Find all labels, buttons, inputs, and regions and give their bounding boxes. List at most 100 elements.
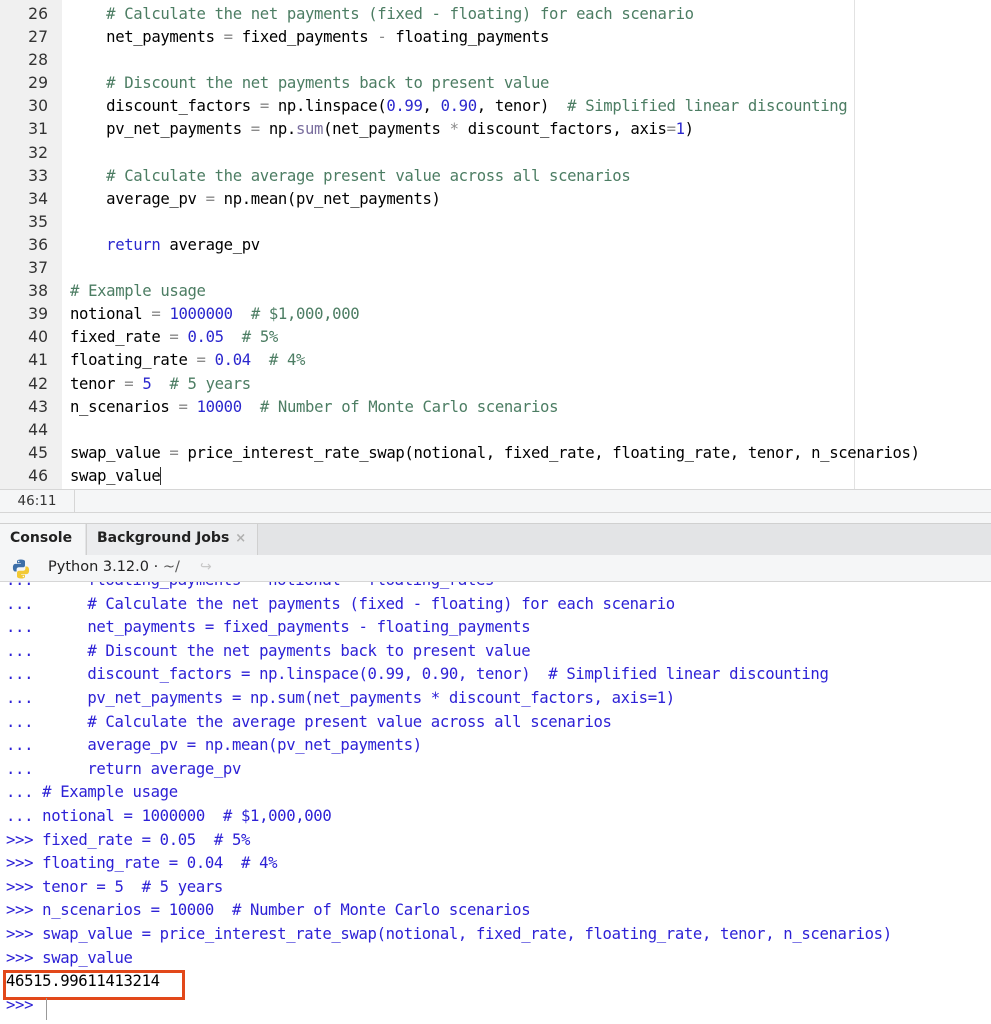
code-text: # Calculate the net payments (fixed - fl… [70, 3, 694, 26]
console-text: notional = 1000000 # $1,000,000 [33, 806, 332, 825]
console-line: ... net_payments = fixed_payments - floa… [6, 616, 991, 640]
code-line[interactable]: 33 # Calculate the average present value… [0, 165, 991, 188]
code-line[interactable]: 31 pv_net_payments = np.sum(net_payments… [0, 118, 991, 141]
token-comment: # 5% [241, 328, 279, 347]
code-line[interactable]: 27 net_payments = fixed_payments - float… [0, 26, 991, 49]
token: net_payments [70, 28, 224, 47]
token: ) [684, 120, 694, 139]
code-line[interactable]: 37 [0, 257, 991, 280]
console-lines: ... floating_payments = notional * float… [6, 582, 991, 1017]
code-text: pv_net_payments = np.sum(net_payments * … [70, 118, 694, 141]
code-text: # Calculate the average present value ac… [70, 165, 631, 188]
code-text: n_scenarios = 10000 # Number of Monte Ca… [70, 396, 558, 419]
python-logo-icon [12, 559, 30, 579]
code-line[interactable]: 45 swap_value = price_interest_rate_swap(… [0, 442, 991, 465]
console-prompt: >>> [6, 854, 34, 873]
console-prompt: ... [6, 783, 34, 802]
text-cursor [160, 467, 162, 486]
code-line[interactable]: 42 tenor = 5 # 5 years [0, 373, 991, 396]
code-line[interactable]: 28 [0, 49, 991, 72]
console-text: pv_net_payments = np.sum(net_payments * … [33, 688, 675, 707]
token: average_pv [70, 189, 206, 208]
token: (net_payments [323, 120, 450, 139]
code-line[interactable]: 26 # Calculate the net payments (fixed -… [0, 3, 991, 26]
line-number: 36 [28, 235, 48, 254]
token-num: 0.99 [386, 97, 423, 116]
code-line[interactable]: 30 discount_factors = np.linspace(0.99, … [0, 95, 991, 118]
code-text: net_payments = fixed_payments - floating… [70, 26, 549, 49]
token: average_pv [160, 235, 260, 254]
code-text: floating_rate = 0.04 # 4% [70, 349, 305, 372]
token: , tenor) [476, 97, 568, 116]
line-number: 26 [28, 5, 48, 23]
code-line[interactable]: 29 # Discount the net payments back to p… [0, 72, 991, 95]
tab-console[interactable]: Console [0, 524, 85, 555]
token: np.mean(pv_net_payments) [214, 189, 441, 208]
token-op: = [196, 351, 206, 370]
cursor-position[interactable]: 46:11 [0, 490, 75, 512]
line-number: 32 [28, 143, 48, 162]
code-line[interactable]: 43 n_scenarios = 10000 # Number of Monte … [0, 396, 991, 419]
code-line[interactable]: 34 average_pv = np.mean(pv_net_payments) [0, 188, 991, 211]
token-builtin: sum [295, 120, 324, 139]
console-line: ... # Example usage [6, 781, 991, 805]
code-text: notional = 1000000 # $1,000,000 [70, 303, 360, 326]
line-number: 45 [28, 443, 48, 462]
code-lines[interactable]: 26 # Calculate the net payments (fixed -… [0, 3, 991, 488]
code-line[interactable]: 44 [0, 419, 991, 442]
token-op: = [250, 120, 260, 139]
console-prompt: >>> [6, 830, 34, 849]
goto-directory-icon[interactable]: ↪ [200, 559, 212, 575]
console-prompt: ... [6, 688, 34, 707]
code-line[interactable]: 40 fixed_rate = 0.05 # 5% [0, 326, 991, 349]
token-comment: # 4% [268, 351, 306, 370]
token-num: 1000000 [169, 305, 233, 324]
line-number: 34 [28, 189, 48, 208]
code-line[interactable]: 46 swap_value [0, 465, 991, 488]
token: floating_rate [70, 351, 197, 370]
token-comment: # Simplified linear discounting [567, 97, 848, 116]
console-prompt: ... [6, 712, 34, 731]
code-text: average_pv = np.mean(pv_net_payments) [70, 188, 441, 211]
console-output[interactable]: ... floating_payments = notional * float… [0, 582, 991, 1024]
code-line[interactable]: 41 floating_rate = 0.04 # 4% [0, 349, 991, 372]
code-line[interactable]: 38 # Example usage [0, 280, 991, 303]
code-line[interactable]: 36 return average_pv [0, 234, 991, 257]
code-editor[interactable]: 26 # Calculate the net payments (fixed -… [0, 0, 991, 489]
line-number: 27 [28, 28, 48, 47]
console-line: >>> swap_value [6, 947, 991, 971]
token-comment: # Number of Monte Carlo scenarios [259, 397, 559, 416]
console-prompt: ... [6, 641, 34, 660]
console-text: # Calculate the average present value ac… [33, 712, 612, 731]
console-text: floating_rate = 0.04 # 4% [33, 854, 278, 873]
token-num: 1 [675, 120, 685, 139]
code-line[interactable]: 39 notional = 1000000 # $1,000,000 [0, 303, 991, 326]
tab-background-jobs[interactable]: Background Jobs × [86, 524, 258, 555]
close-icon[interactable]: × [235, 531, 246, 546]
console-prompt: >>> [6, 877, 34, 896]
console-text: n_scenarios = 10000 # Number of Monte Ca… [33, 901, 531, 920]
console-cursor [46, 998, 47, 1020]
line-number: 29 [28, 74, 48, 93]
token-num: 0.90 [440, 97, 478, 116]
line-number: 39 [28, 305, 48, 324]
console-line: ... notional = 1000000 # $1,000,000 [6, 805, 991, 829]
token-comment: # Calculate the average present value ac… [106, 166, 631, 185]
console-prompt: ... [6, 594, 34, 613]
line-number: 28 [28, 51, 48, 70]
console-line: ... discount_factors = np.linspace(0.99,… [6, 663, 991, 687]
console-line: ... # Calculate the net payments (fixed … [6, 593, 991, 617]
code-line[interactable]: 35 [0, 211, 991, 234]
token-op: * [449, 120, 459, 139]
token-num: 0.04 [214, 351, 252, 370]
pane-splitter[interactable] [0, 513, 991, 523]
code-line[interactable]: 32 [0, 142, 991, 165]
console-text: # Example usage [33, 783, 178, 802]
console-text: # Discount the net payments back to pres… [33, 641, 531, 660]
console-text: return average_pv [33, 759, 242, 778]
